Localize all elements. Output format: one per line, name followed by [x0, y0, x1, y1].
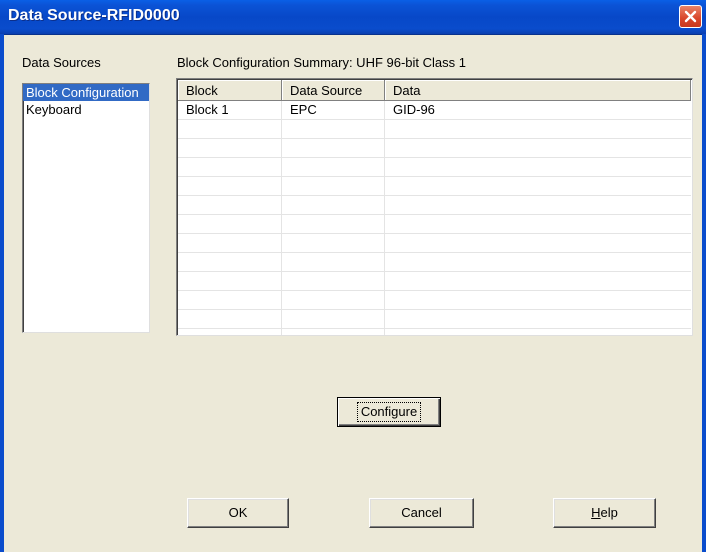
empty-cell	[178, 253, 282, 271]
empty-cell	[282, 310, 385, 328]
list-item-block-configuration[interactable]: Block Configuration	[23, 84, 149, 101]
configure-label: Configure	[356, 402, 422, 422]
empty-table-row	[178, 234, 691, 253]
close-icon	[684, 10, 697, 23]
window-frame-right	[702, 34, 706, 552]
column-header-data[interactable]: Data	[385, 80, 691, 101]
configure-button[interactable]: Configure	[337, 397, 441, 427]
cancel-label: Cancel	[401, 505, 442, 520]
empty-cell	[282, 253, 385, 271]
empty-table-row	[178, 177, 691, 196]
table-row[interactable]: Block 1 EPC GID-96	[178, 101, 691, 120]
empty-table-row	[178, 253, 691, 272]
empty-cell	[385, 196, 691, 214]
empty-cell	[385, 158, 691, 176]
empty-table-row	[178, 215, 691, 234]
empty-cell	[282, 329, 385, 335]
empty-cell	[282, 196, 385, 214]
empty-cell	[385, 139, 691, 157]
cell-block: Block 1	[178, 101, 282, 119]
empty-cell	[282, 291, 385, 309]
block-summary-grid[interactable]: Block Data Source Data Block 1 EPC GID-9…	[176, 78, 693, 336]
window-title: Data Source-RFID0000	[8, 7, 180, 24]
summary-label: Block Configuration Summary: UHF 96-bit …	[177, 55, 466, 70]
ok-button[interactable]: OK	[187, 498, 289, 528]
empty-cell	[385, 253, 691, 271]
empty-cell	[282, 177, 385, 195]
column-header-block[interactable]: Block	[178, 80, 282, 101]
help-accelerator: H	[591, 505, 601, 520]
column-header-data-source[interactable]: Data Source	[282, 80, 385, 101]
empty-cell	[385, 215, 691, 233]
empty-cell	[178, 291, 282, 309]
empty-cell	[178, 139, 282, 157]
empty-cell	[385, 291, 691, 309]
empty-cell	[385, 329, 691, 335]
data-sources-label: Data Sources	[22, 55, 101, 70]
empty-cell	[178, 329, 282, 335]
empty-cell	[178, 310, 282, 328]
empty-cell	[178, 234, 282, 252]
empty-cell	[282, 272, 385, 290]
empty-cell	[178, 215, 282, 233]
empty-cell	[178, 196, 282, 214]
empty-cell	[282, 158, 385, 176]
empty-table-row	[178, 196, 691, 215]
help-label: elp	[600, 505, 618, 520]
empty-cell	[178, 177, 282, 195]
empty-cell	[385, 120, 691, 138]
empty-table-row	[178, 139, 691, 158]
empty-table-row	[178, 158, 691, 177]
empty-cell	[282, 215, 385, 233]
grid-body: Block 1 EPC GID-96	[178, 101, 691, 335]
empty-cell	[282, 234, 385, 252]
title-bar[interactable]: Data Source-RFID0000	[0, 0, 706, 35]
ok-label: OK	[228, 505, 248, 520]
empty-cell	[178, 120, 282, 138]
empty-cell	[282, 139, 385, 157]
cancel-button[interactable]: Cancel	[369, 498, 474, 528]
empty-cell	[385, 234, 691, 252]
empty-table-row	[178, 272, 691, 291]
cell-data: GID-96	[393, 102, 435, 117]
help-button[interactable]: Help	[553, 498, 656, 528]
empty-table-row	[178, 120, 691, 139]
empty-table-row	[178, 310, 691, 329]
empty-table-row	[178, 329, 691, 335]
cell-data-source: EPC	[282, 101, 385, 119]
empty-cell	[385, 310, 691, 328]
empty-cell	[178, 158, 282, 176]
window-frame-left	[0, 34, 4, 552]
empty-table-row	[178, 291, 691, 310]
list-item-keyboard[interactable]: Keyboard	[23, 101, 149, 118]
close-button[interactable]	[679, 5, 702, 28]
data-sources-list[interactable]: Block Configuration Keyboard	[22, 83, 150, 333]
grid-header: Block Data Source Data	[178, 80, 691, 101]
empty-cell	[282, 120, 385, 138]
empty-cell	[385, 272, 691, 290]
empty-cell	[178, 272, 282, 290]
empty-cell	[385, 177, 691, 195]
